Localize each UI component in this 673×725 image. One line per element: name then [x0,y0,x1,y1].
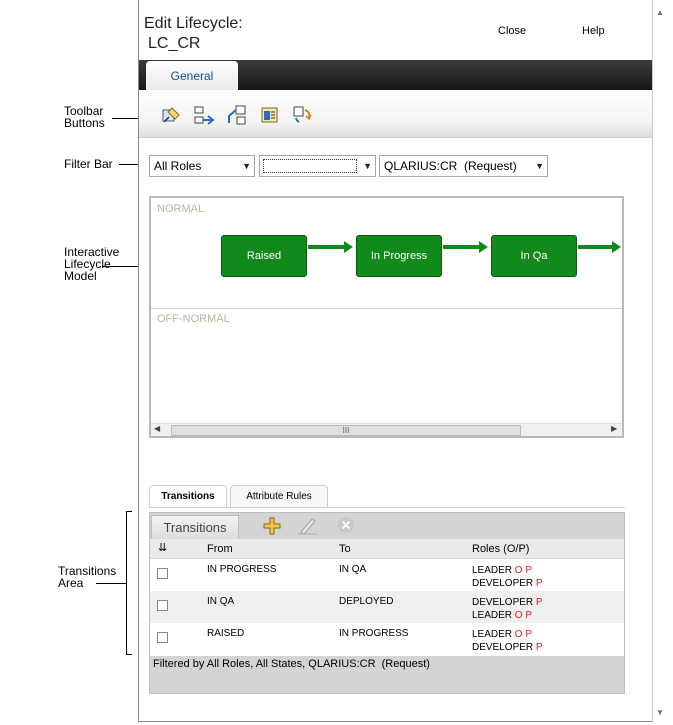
annotation-toolbar-buttons: Toolbar Buttons [64,104,105,130]
transition-arrow[interactable] [578,245,614,249]
sort-icon[interactable]: ⇊ [158,541,167,554]
roles-filter-select[interactable]: All Roles ▼ [149,155,255,177]
transition-arrow[interactable] [308,245,344,249]
refresh-icon[interactable] [291,104,313,126]
tab-attribute-rules[interactable]: Attribute Rules [230,485,328,507]
scroll-left-icon[interactable]: ◀ [154,424,160,433]
chevron-down-icon: ▼ [363,161,372,171]
chevron-down-icon: ▼ [242,161,251,171]
vertical-scrollbar[interactable]: ▲ ▼ [652,0,667,722]
add-icon[interactable] [263,517,281,535]
annotation-bracket-transitions [126,511,132,655]
annotation-transitions-area: Transitions Area [58,564,117,590]
cell-from: RAISED [207,628,245,639]
transitions-panel-title: Transitions [151,515,239,539]
states-filter-focus [263,159,357,173]
lane-label-off-normal: OFF-NORMAL [157,313,230,325]
table-row[interactable]: IN PROGRESS IN QA LEADER O P DEVELOPER P [150,559,624,591]
transition-arrow[interactable] [443,245,479,249]
column-header-roles[interactable]: Roles (O/P) [472,543,529,555]
column-header-from[interactable]: From [207,543,233,555]
cell-to: DEPLOYED [339,596,394,607]
type-filter-select[interactable]: QLARIUS:CR (Request) ▼ [379,155,548,177]
toolbar [139,90,652,138]
cell-from: IN QA [207,596,235,607]
page-title-line2: LC_CR [148,35,201,52]
transitions-table-body: IN PROGRESS IN QA LEADER O P DEVELOPER P… [150,559,624,656]
state-in-progress[interactable]: In Progress [356,235,442,277]
lane-divider [151,308,622,309]
chevron-down-icon: ▼ [535,161,544,171]
cell-roles: DEVELOPER P LEADER O P [472,597,543,621]
scroll-down-icon[interactable]: ▼ [656,708,664,717]
cell-roles: LEADER O P DEVELOPER P [472,629,543,653]
scroll-thumb[interactable]: III [171,425,521,436]
arrow-head-icon [344,241,353,253]
tab-divider [149,507,625,508]
row-checkbox[interactable] [157,632,168,643]
row-checkbox[interactable] [157,600,168,611]
cell-from: IN PROGRESS [207,564,277,575]
cell-roles: LEADER O P DEVELOPER P [472,565,543,589]
filter-status-text: Filtered by All Roles, All States, QLARI… [153,658,430,670]
delete-icon[interactable] [337,516,355,534]
transitions-table-header: ⇊ From To Roles (O/P) [150,539,624,559]
tab-general[interactable]: General [146,61,238,90]
scroll-right-icon[interactable]: ▶ [611,424,617,433]
cell-to: IN PROGRESS [339,628,409,639]
page-title: Edit Lifecycle: LC_CR [144,14,243,54]
annotation-filter-bar: Filter Bar [64,157,113,171]
states-filter-select[interactable]: ▼ [259,155,376,177]
horizontal-scrollbar[interactable]: ◀ III ▶ [151,423,622,436]
lifecycle-model[interactable]: NORMAL OFF-NORMAL Raised In Progress In … [149,196,624,438]
edit-icon[interactable] [297,515,319,535]
properties-icon[interactable] [259,104,281,126]
help-link[interactable]: Help [582,25,605,37]
column-header-to[interactable]: To [339,543,351,555]
edit-state-icon[interactable] [160,104,182,126]
tab-transitions[interactable]: Transitions [149,485,227,507]
state-in-qa[interactable]: In Qa [491,235,577,277]
arrow-head-icon [479,241,488,253]
scroll-up-icon[interactable]: ▲ [656,8,664,17]
table-row[interactable]: RAISED IN PROGRESS LEADER O P DEVELOPER … [150,623,624,655]
row-checkbox[interactable] [157,568,168,579]
annotation-lifecycle-model: Interactive Lifecycle Model [64,245,120,283]
table-row[interactable]: IN QA DEPLOYED DEVELOPER P LEADER O P [150,591,624,623]
add-transition-icon[interactable] [193,104,215,126]
lane-label-normal: NORMAL [157,203,205,215]
state-raised[interactable]: Raised [221,235,307,277]
add-state-icon[interactable] [226,104,248,126]
annotation-pointer-transitions [96,583,126,584]
arrow-head-icon [612,241,621,253]
cell-to: IN QA [339,564,367,575]
close-link[interactable]: Close [498,25,526,37]
page-title-line1: Edit Lifecycle: [144,15,243,32]
